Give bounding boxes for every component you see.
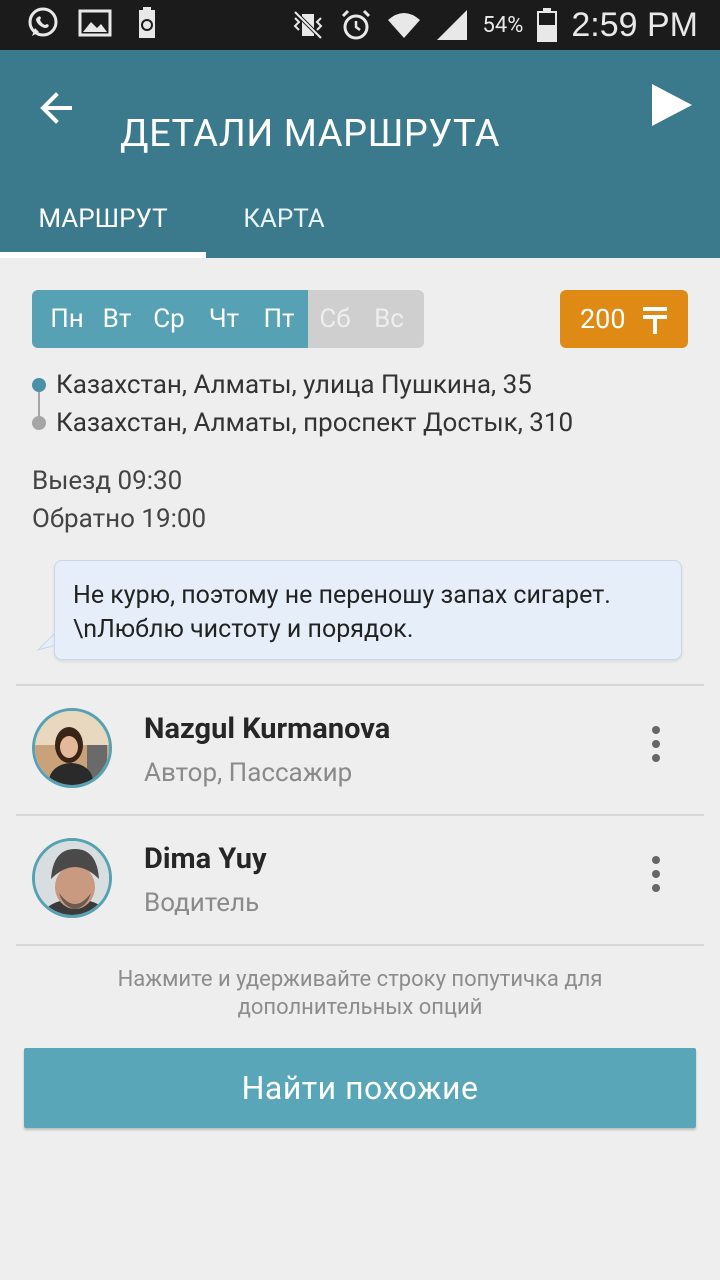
- route-from-text: Казахстан, Алматы, улица Пушкина, 35: [56, 370, 532, 400]
- play-icon[interactable]: [648, 80, 696, 130]
- day-sat: Сб: [308, 290, 362, 348]
- participant-role: Водитель: [144, 888, 260, 918]
- tab-route[interactable]: МАРШРУТ: [0, 180, 206, 258]
- participant-name: Nazgul Kurmanova: [144, 712, 391, 746]
- avatar: [32, 708, 112, 788]
- status-bar: 54% 2:59 PM: [0, 0, 720, 50]
- more-vert-icon[interactable]: [640, 856, 672, 906]
- day-tue: Вт: [94, 290, 140, 348]
- participant-role: Автор, Пассажир: [144, 758, 353, 788]
- recycle-battery-icon: [139, 7, 155, 38]
- tab-bar: МАРШРУТ КАРТА: [0, 180, 720, 258]
- day-fri: Пт: [250, 290, 308, 348]
- day-wed: Ср: [140, 290, 198, 348]
- participant-row[interactable]: Dima Yuy Водитель: [0, 816, 720, 944]
- day-sun: Вс: [362, 290, 424, 348]
- participant-name: Dima Yuy: [144, 842, 267, 876]
- whatsapp-icon: [28, 7, 58, 37]
- day-thu: Чт: [198, 290, 250, 348]
- vibrate-icon: [293, 10, 322, 40]
- app-bar: ДЕТАЛИ МАРШРУТА МАРШРУТ КАРТА: [0, 50, 720, 258]
- gallery-icon: [78, 9, 112, 37]
- comment-bubble: Не курю, поэтому не переношу запах сигар…: [54, 560, 682, 660]
- tab-map[interactable]: КАРТА: [206, 180, 362, 258]
- route-to-text: Казахстан, Алматы, проспект Достык, 310: [56, 408, 574, 438]
- route-to: Казахстан, Алматы, проспект Достык, 310: [30, 404, 700, 442]
- trip-times: Выезд 09:30 Обратно 19:00: [32, 462, 206, 538]
- signal-icon: [436, 10, 467, 40]
- arrow-left-icon[interactable]: [30, 80, 86, 136]
- tab-indicator: [0, 252, 206, 258]
- return-time: Обратно 19:00: [32, 504, 207, 534]
- clock: 2:59 PM: [571, 5, 698, 44]
- battery-icon: [537, 8, 558, 42]
- hint-text: Нажмите и удерживайте строку попутичка д…: [117, 967, 603, 1020]
- participant-row[interactable]: Nazgul Kurmanova Автор, Пассажир: [0, 686, 720, 814]
- destination-dot-icon: [32, 416, 46, 430]
- wifi-icon: [387, 13, 420, 38]
- battery-percent: 54%: [482, 12, 524, 38]
- alarm-icon: [341, 9, 370, 40]
- page-title: ДЕТАЛИ МАРШРУТА: [120, 112, 501, 156]
- route-from: Казахстан, Алматы, улица Пушкина, 35: [30, 366, 700, 404]
- divider: [16, 944, 704, 946]
- origin-dot-icon: [32, 378, 46, 392]
- find-similar-button[interactable]: Найти похожие: [24, 1048, 696, 1128]
- price-badge: 200: [560, 290, 688, 348]
- price-value: 200: [580, 303, 626, 335]
- departure-time: Выезд 09:30: [32, 466, 183, 496]
- tenge-icon: [643, 307, 667, 334]
- day-mon: Пн: [32, 290, 94, 348]
- weekday-selector: Пн Вт Ср Чт Пт Сб Вс: [32, 290, 424, 348]
- avatar: [32, 838, 112, 918]
- route-addresses: Казахстан, Алматы, улица Пушкина, 35 Каз…: [30, 366, 700, 442]
- more-vert-icon[interactable]: [640, 726, 672, 776]
